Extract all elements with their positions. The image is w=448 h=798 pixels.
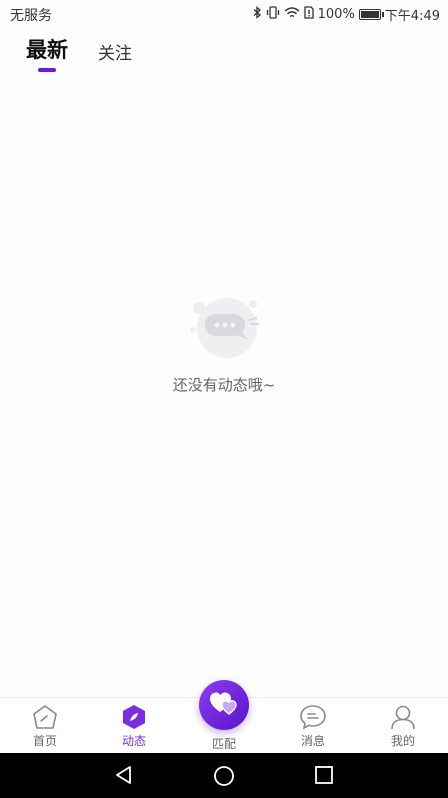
match-button[interactable]: [199, 680, 249, 730]
feed-icon: [99, 704, 169, 730]
battery-percent: 100%: [317, 7, 355, 22]
match-label: 匹配: [211, 737, 236, 751]
wifi-icon: [284, 6, 300, 23]
tab-following-label: 关注: [98, 44, 132, 64]
tab-latest[interactable]: 最新: [26, 34, 68, 72]
nav-feed-label: 动态: [121, 734, 146, 748]
back-icon[interactable]: [114, 765, 134, 789]
nav-feed[interactable]: 动态: [99, 704, 169, 749]
nav-profile-label: 我的: [390, 734, 415, 748]
chat-bubble-icon: [0, 290, 448, 360]
nav-messages[interactable]: 消息: [278, 704, 348, 749]
nav-messages-label: 消息: [300, 734, 325, 748]
nav-home[interactable]: 首页: [10, 704, 80, 749]
empty-state: 还没有动态哦~: [0, 290, 448, 395]
recents-icon[interactable]: [314, 765, 334, 789]
home-circle-icon[interactable]: [213, 765, 235, 791]
carrier-text: 无服务: [10, 8, 52, 24]
empty-state-text: 还没有动态哦~: [172, 376, 276, 394]
vibrate-icon: [266, 6, 280, 23]
status-icons: 100% 下午4:49: [253, 5, 440, 24]
heart-match-icon: [209, 690, 239, 720]
tab-following[interactable]: 关注: [98, 39, 132, 64]
nav-profile[interactable]: 我的: [368, 704, 438, 749]
nav-home-label: 首页: [32, 734, 57, 748]
active-tab-indicator: [38, 68, 56, 72]
clock-text: 下午4:49: [384, 9, 440, 24]
battery-fill: [360, 11, 379, 18]
sim-icon: [303, 6, 314, 23]
profile-icon: [368, 704, 438, 730]
system-nav-bar: [0, 753, 448, 798]
status-bar: 无服务 100% 下午4:49: [0, 0, 448, 28]
home-icon: [10, 704, 80, 730]
message-icon: [278, 704, 348, 730]
battery-icon: [358, 9, 384, 20]
tab-latest-label: 最新: [26, 38, 68, 62]
feed-tabs: 最新 关注: [26, 34, 132, 72]
bluetooth-icon: [253, 6, 262, 23]
